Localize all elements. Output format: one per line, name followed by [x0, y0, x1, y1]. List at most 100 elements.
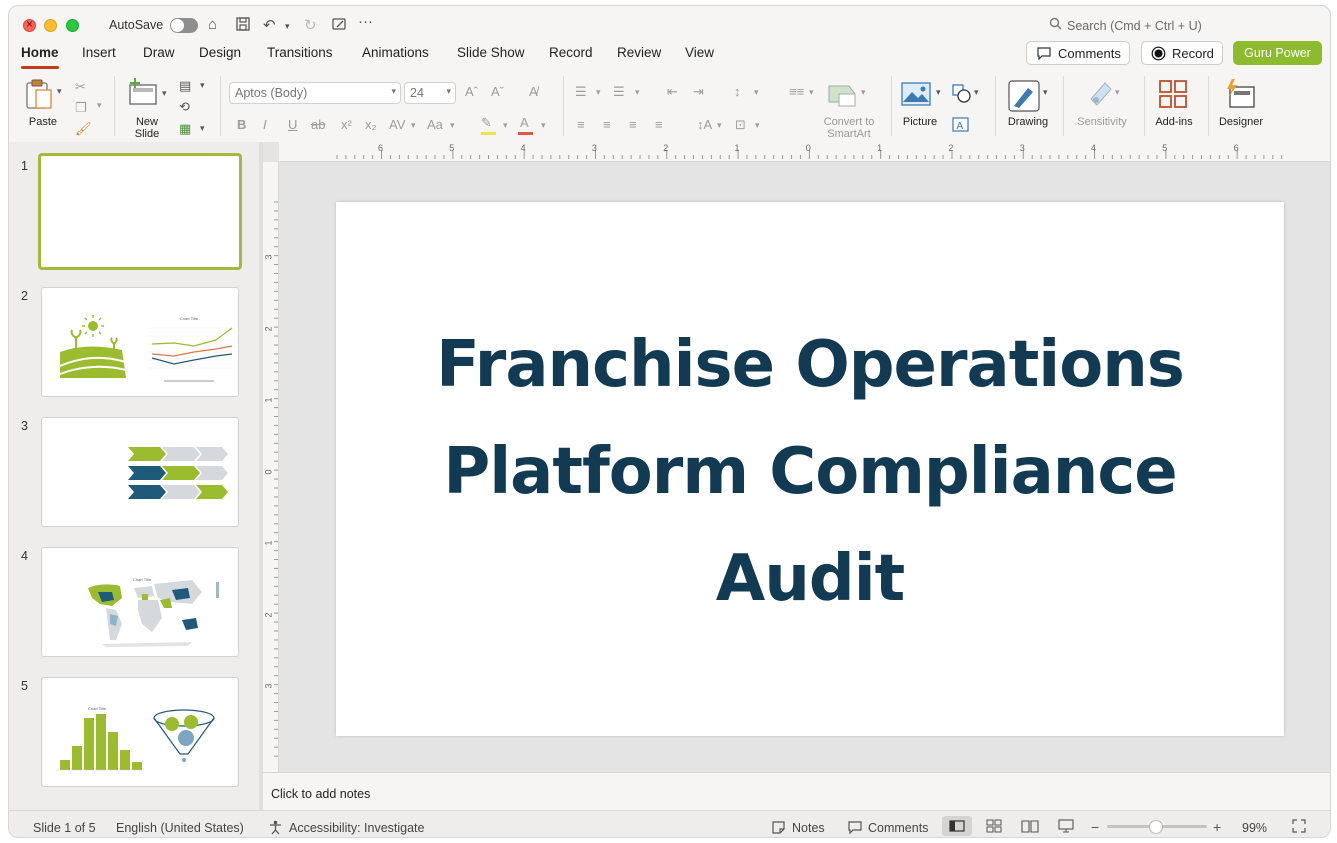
text-direction-dropdown-icon[interactable]: ▾	[717, 120, 722, 131]
increase-font-icon[interactable]: Aˆ	[465, 84, 478, 99]
search-input[interactable]: Search (Cmd + Ctrl + U)	[1067, 19, 1202, 33]
more-options-icon[interactable]: ···	[358, 13, 373, 30]
current-slide[interactable]: Franchise Operations Platform Compliance…	[336, 202, 1284, 736]
guru-power-button[interactable]: Guru Power	[1233, 41, 1322, 65]
zoom-level[interactable]: 99%	[1242, 821, 1267, 835]
paste-icon[interactable]	[25, 78, 55, 110]
strikethrough-icon[interactable]: ab	[311, 117, 325, 132]
comment-icon[interactable]	[847, 820, 863, 837]
notes-pane[interactable]: Click to add notes	[263, 772, 1330, 810]
italic-icon[interactable]: I	[263, 117, 267, 132]
undo-icon[interactable]: ↶	[263, 16, 276, 34]
decrease-font-icon[interactable]: Aˇ	[491, 84, 504, 99]
copy-dropdown-icon[interactable]: ▾	[97, 100, 102, 111]
layout-icon[interactable]: ▤	[179, 78, 191, 94]
zoom-slider[interactable]	[1107, 820, 1207, 834]
cut-icon[interactable]: ✂	[75, 79, 86, 95]
slide-thumbnail-3[interactable]	[41, 417, 239, 527]
zoom-window-button[interactable]	[66, 19, 79, 32]
notes-placeholder[interactable]: Click to add notes	[271, 787, 370, 801]
character-spacing-icon[interactable]: AV	[389, 117, 405, 132]
slide-thumbnail-5[interactable]: Chart Title	[41, 677, 239, 787]
font-color-dropdown-icon[interactable]: ▾	[541, 120, 546, 131]
shapes-icon[interactable]	[952, 84, 972, 104]
change-case-icon[interactable]: Aa	[427, 117, 443, 132]
fit-to-window-icon[interactable]	[1292, 819, 1306, 836]
notes-icon[interactable]	[771, 820, 786, 837]
tab-home[interactable]: Home	[21, 45, 59, 69]
paste-dropdown-icon[interactable]: ▾	[57, 86, 62, 97]
numbering-icon[interactable]: ☰	[613, 84, 625, 100]
decrease-indent-icon[interactable]: ⇤	[667, 84, 678, 100]
numbering-dropdown-icon[interactable]: ▾	[635, 87, 640, 98]
character-spacing-dropdown-icon[interactable]: ▾	[411, 120, 416, 131]
zoom-out-icon[interactable]: −	[1091, 819, 1099, 835]
columns-icon[interactable]: ≡≡	[789, 84, 804, 99]
accessibility-status[interactable]: Accessibility: Investigate	[289, 821, 424, 835]
picture-dropdown-icon[interactable]: ▾	[936, 87, 941, 98]
close-window-button[interactable]	[23, 17, 36, 32]
line-spacing-dropdown-icon[interactable]: ▾	[754, 87, 759, 98]
home-icon[interactable]: ⌂	[208, 16, 217, 33]
undo-dropdown-icon[interactable]: ▾	[285, 21, 290, 32]
tab-review[interactable]: Review	[617, 45, 661, 60]
text-direction-icon[interactable]: ↕A	[697, 117, 712, 132]
align-text-icon[interactable]: ⊡	[735, 117, 746, 133]
slide-thumbnail-2[interactable]: Chart Title	[41, 287, 239, 397]
bold-icon[interactable]: B	[237, 117, 246, 132]
tab-draw[interactable]: Draw	[143, 45, 175, 60]
tab-transitions[interactable]: Transitions	[267, 45, 333, 60]
tab-insert[interactable]: Insert	[82, 45, 116, 60]
accessibility-icon[interactable]	[268, 820, 283, 837]
increase-indent-icon[interactable]: ⇥	[693, 84, 704, 100]
redo-icon[interactable]: ↻	[304, 16, 317, 34]
sensitivity-dropdown-icon[interactable]: ▾	[1115, 87, 1120, 98]
designer-icon[interactable]	[1224, 79, 1256, 109]
normal-view-button[interactable]	[942, 816, 972, 836]
slide-sorter-icon[interactable]	[986, 819, 1002, 836]
language-status[interactable]: English (United States)	[116, 821, 244, 835]
shapes-dropdown-icon[interactable]: ▾	[974, 87, 979, 98]
reading-view-icon[interactable]	[1021, 819, 1039, 836]
copy-icon[interactable]: ❐	[75, 100, 87, 116]
sensitivity-icon[interactable]	[1087, 79, 1115, 109]
tab-view[interactable]: View	[685, 45, 714, 60]
tab-animations[interactable]: Animations	[362, 45, 429, 60]
underline-icon[interactable]: U	[288, 117, 297, 132]
bullets-dropdown-icon[interactable]: ▾	[596, 87, 601, 98]
present-icon[interactable]	[331, 16, 347, 36]
line-spacing-icon[interactable]: ↕	[734, 84, 741, 99]
new-slide-dropdown-icon[interactable]: ▾	[162, 88, 167, 99]
align-text-dropdown-icon[interactable]: ▾	[755, 120, 760, 131]
subscript-icon[interactable]: x₂	[365, 117, 377, 132]
zoom-slider-thumb[interactable]	[1149, 820, 1163, 834]
tab-design[interactable]: Design	[199, 45, 241, 60]
superscript-icon[interactable]: x²	[341, 117, 352, 132]
tab-record[interactable]: Record	[549, 45, 593, 60]
minimize-window-button[interactable]	[44, 19, 57, 32]
add-ins-icon[interactable]	[1159, 80, 1187, 108]
highlight-dropdown-icon[interactable]: ▾	[503, 120, 508, 131]
clear-formatting-icon[interactable]: A̸	[529, 84, 538, 99]
layout-dropdown-icon[interactable]: ▾	[200, 80, 205, 91]
smartart-icon[interactable]	[827, 82, 861, 108]
columns-dropdown-icon[interactable]: ▾	[809, 87, 814, 98]
slide-title[interactable]: Franchise Operations Platform Compliance…	[376, 312, 1244, 633]
tab-slide-show[interactable]: Slide Show	[457, 45, 525, 60]
save-icon[interactable]	[235, 16, 251, 36]
notes-toggle[interactable]: Notes	[792, 821, 825, 835]
highlight-icon[interactable]: ✎	[481, 115, 496, 135]
section-icon[interactable]: ▦	[179, 121, 191, 137]
record-button[interactable]: Record	[1141, 41, 1223, 65]
section-dropdown-icon[interactable]: ▾	[200, 123, 205, 134]
font-color-icon[interactable]: A	[518, 115, 533, 135]
zoom-in-icon[interactable]: +	[1213, 819, 1221, 835]
bullets-icon[interactable]: ☰	[575, 84, 587, 100]
slideshow-view-icon[interactable]	[1058, 819, 1074, 836]
change-case-dropdown-icon[interactable]: ▾	[450, 120, 455, 131]
align-left-icon[interactable]: ≡	[577, 117, 585, 132]
align-center-icon[interactable]: ≡	[603, 117, 611, 132]
justify-icon[interactable]: ≡	[655, 117, 663, 132]
new-slide-icon[interactable]	[127, 78, 159, 106]
picture-icon[interactable]	[901, 82, 931, 106]
